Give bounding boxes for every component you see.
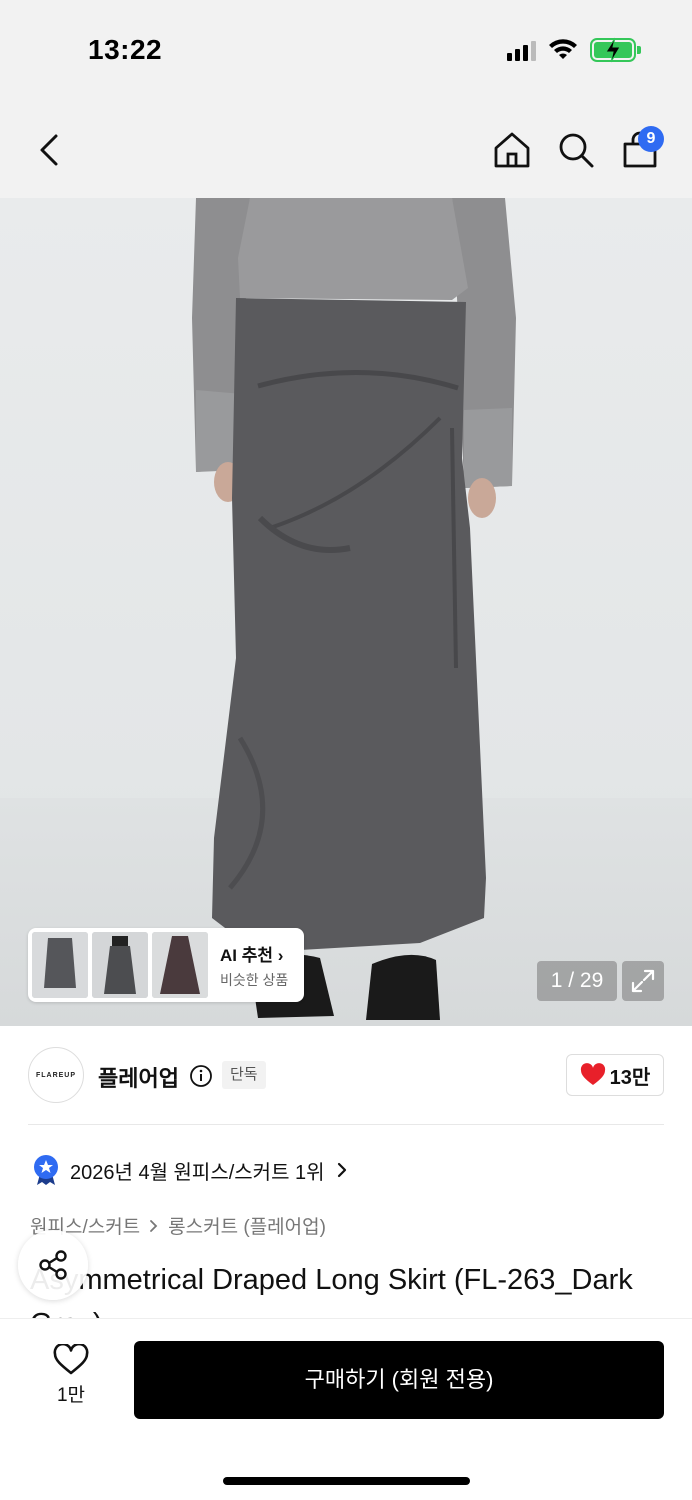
ranking-badge-icon	[34, 1155, 58, 1185]
brand-like-count: 13만	[609, 1066, 651, 1089]
exclusive-tag: 단독	[222, 1061, 266, 1089]
image-page-counter: 1 / 29	[537, 961, 617, 1001]
ai-recommendation-text: AI 추천 › 비슷한 상품	[220, 941, 288, 990]
cart-count-badge: 9	[638, 126, 664, 152]
heart-outline-icon	[53, 1344, 89, 1375]
recommendation-thumbnail[interactable]	[92, 932, 148, 998]
brand-logo[interactable]: FLAREUP	[28, 1047, 84, 1103]
wishlist-count: 1만	[56, 1385, 86, 1406]
chevron-right-icon	[150, 1219, 158, 1232]
brand-logo-text: FLAREUP	[35, 1071, 77, 1079]
share-icon	[39, 1250, 67, 1280]
expand-icon	[631, 969, 655, 993]
status-icons	[507, 37, 641, 63]
recommendation-thumbnail[interactable]	[152, 932, 208, 998]
recommendation-thumbnail[interactable]	[32, 932, 88, 998]
battery-icon	[590, 37, 641, 63]
home-indicator	[223, 1477, 470, 1485]
product-title: Asymmetrical Draped Long Skirt (FL-263_D…	[30, 1264, 633, 1318]
breadcrumb: 원피스/스커트 롱스커트 (플레어업)	[30, 1212, 326, 1239]
wifi-icon	[549, 39, 577, 59]
brand-name[interactable]: 플레어업	[98, 1061, 179, 1093]
ranking-text: 2026년 4월 원피스/스커트 1위	[70, 1161, 325, 1184]
chevron-right-icon: ›	[277, 945, 284, 965]
search-icon[interactable]	[556, 130, 596, 170]
breadcrumb-subcategory[interactable]: 롱스커트 (플레어업)	[168, 1212, 326, 1239]
ranking-row[interactable]: 2026년 4월 원피스/스커트 1위	[32, 1154, 349, 1186]
cellular-signal-icon	[507, 39, 536, 61]
buy-button[interactable]: 구매하기 (회원 전용)	[134, 1341, 664, 1419]
status-bar: 13:22	[0, 0, 692, 100]
ai-recommendation-title: AI 추천 ›	[220, 945, 284, 965]
brand-like-button[interactable]: 13만	[566, 1054, 664, 1096]
status-time: 13:22	[88, 34, 163, 65]
product-image[interactable]	[0, 198, 692, 1026]
share-button[interactable]	[18, 1230, 88, 1300]
info-icon[interactable]	[189, 1064, 213, 1088]
chevron-right-icon	[337, 1162, 346, 1178]
ai-recommendation-card[interactable]: AI 추천 › 비슷한 상품	[28, 928, 304, 1002]
divider	[28, 1124, 664, 1125]
back-arrow-icon[interactable]	[32, 130, 68, 170]
skirt-photo	[192, 198, 516, 1020]
heart-filled-icon	[580, 1063, 605, 1085]
expand-image-button[interactable]	[622, 961, 664, 1001]
wishlist-button[interactable]: 1만	[40, 1344, 102, 1414]
ai-recommendation-subtitle: 비슷한 상품	[220, 971, 289, 988]
home-icon[interactable]	[492, 130, 532, 170]
